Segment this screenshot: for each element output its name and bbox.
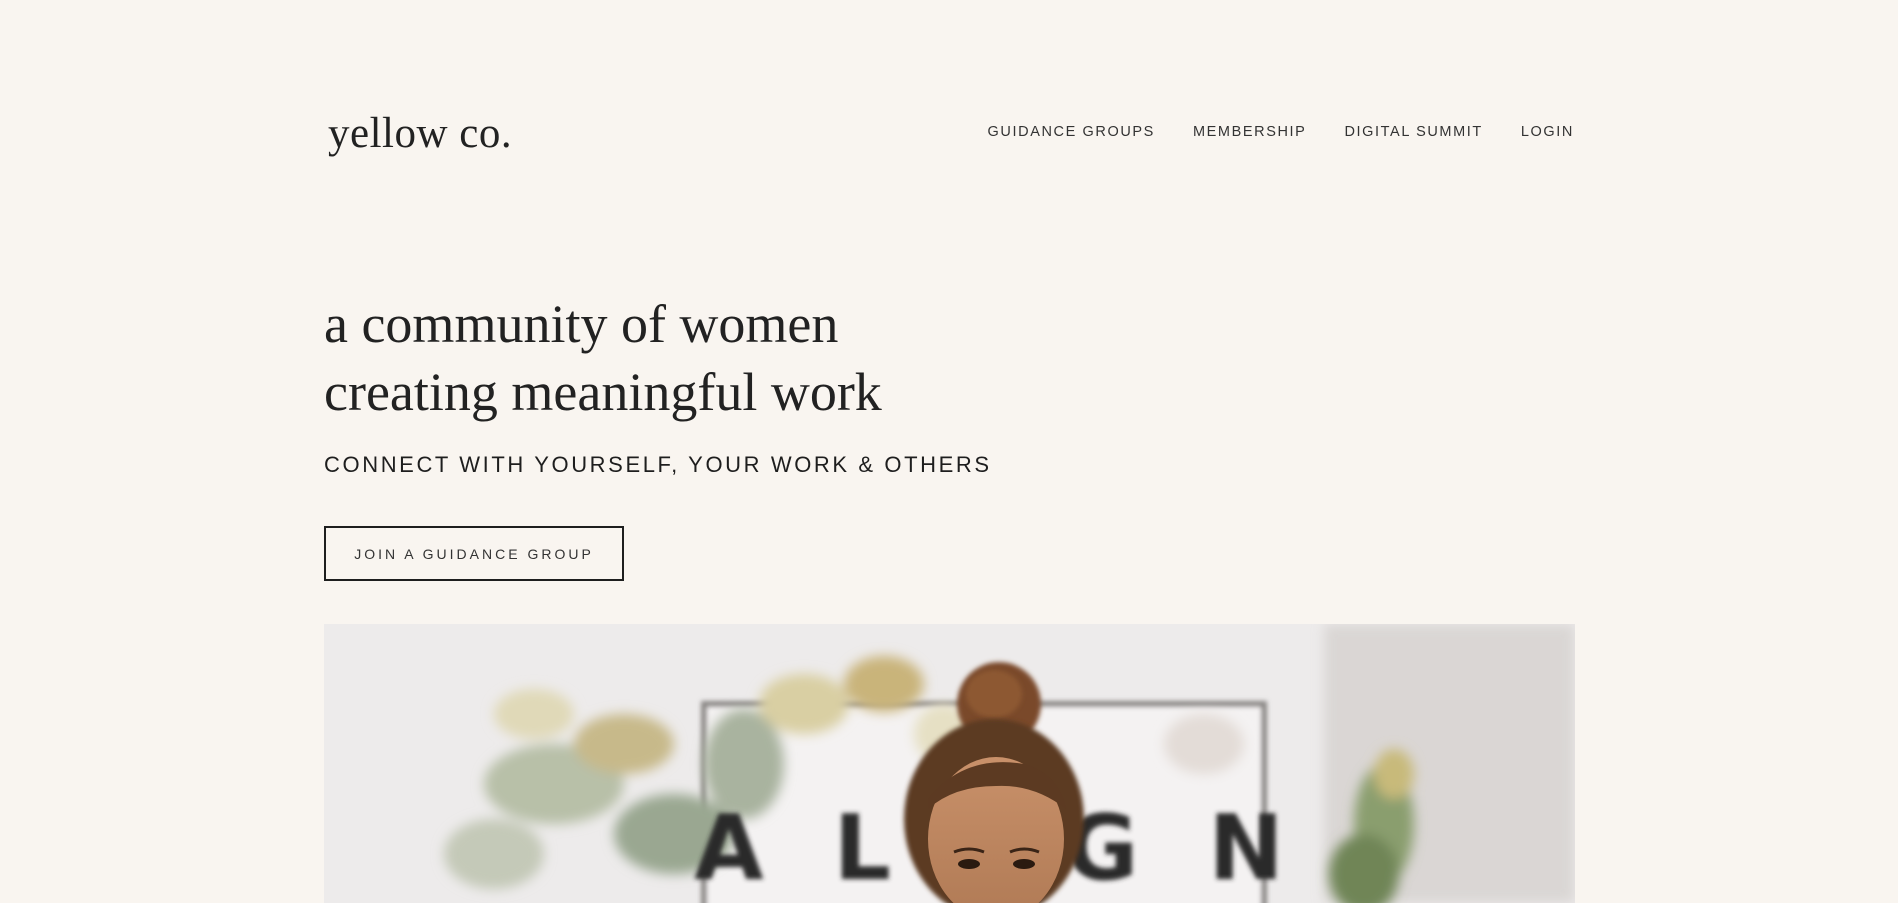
hero-headline-line-1: a community of women [324,294,839,354]
hero-headline-line-2: creating meaningful work [324,362,882,422]
hero-photo: ALIGN [324,624,1575,903]
hero-photo-illustration: ALIGN [324,624,1575,903]
hero-headline: a community of women creating meaningful… [324,290,1084,426]
join-guidance-group-button[interactable]: JOIN A GUIDANCE GROUP [324,526,624,581]
main-nav: GUIDANCE GROUPS MEMBERSHIP DIGITAL SUMMI… [988,122,1574,142]
nav-item-membership[interactable]: MEMBERSHIP [1193,122,1307,142]
logo[interactable]: yellow co. [328,104,512,164]
nav-item-login[interactable]: LOGIN [1521,122,1574,142]
hero-subheadline: CONNECT WITH YOURSELF, YOUR WORK & OTHER… [324,452,992,477]
nav-item-guidance-groups[interactable]: GUIDANCE GROUPS [988,122,1155,142]
nav-item-digital-summit[interactable]: DIGITAL SUMMIT [1344,122,1482,142]
